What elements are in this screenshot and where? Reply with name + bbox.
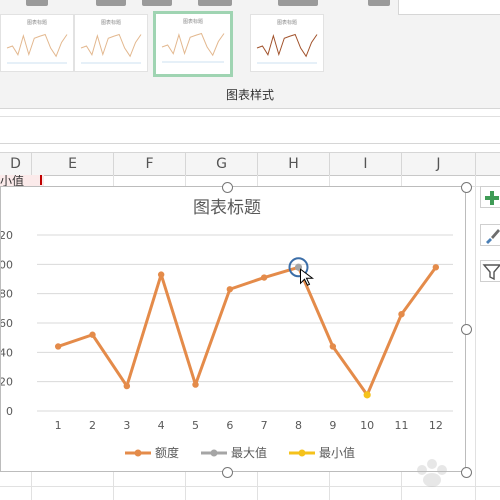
thumb-series-line	[256, 33, 318, 58]
ribbon-tab-fragment[interactable]	[26, 0, 48, 6]
chart-style-thumb[interactable]: 图表标题	[0, 14, 74, 72]
chart-style-preview: 图表标题	[256, 19, 318, 64]
y-tick-label: 20	[1, 376, 13, 389]
line-chart[interactable]: 图表标题020406080100120123456789101112额度最大值最…	[0, 186, 466, 472]
chart-styles-button[interactable]	[480, 224, 500, 246]
y-tick-label: 60	[1, 317, 13, 330]
chart-resize-handle-top[interactable]	[222, 182, 233, 193]
ribbon-tab-fragment[interactable]	[96, 0, 126, 6]
chart-elements-button[interactable]	[480, 186, 500, 208]
ribbon: 图表标题 图表标题 图表标题 图表标题 图表样式	[0, 0, 500, 109]
ribbon-tab-fragment[interactable]	[278, 0, 318, 6]
data-point[interactable]	[192, 381, 199, 388]
legend-marker	[210, 449, 218, 457]
cell-error-marker	[40, 175, 42, 185]
y-tick-label: 80	[1, 288, 13, 301]
chart-style-gallery: 图表标题 图表标题 图表标题 图表标题	[0, 11, 340, 77]
y-tick-label: 120	[1, 229, 13, 242]
chart-style-thumb-selected[interactable]: 图表标题	[153, 11, 233, 77]
ribbon-search-box[interactable]	[398, 0, 500, 15]
chart-canvas: 图表标题020406080100120123456789101112额度最大值最…	[1, 198, 453, 460]
plus-icon	[485, 191, 499, 205]
x-tick-label: 2	[89, 419, 96, 432]
x-tick-label: 5	[192, 419, 199, 432]
x-tick-label: 3	[123, 419, 130, 432]
legend-marker	[298, 449, 306, 457]
x-tick-label: 6	[226, 419, 233, 432]
chart-style-preview: 图表标题	[161, 18, 225, 63]
formula-bar[interactable]	[0, 116, 500, 144]
x-tick-label: 9	[329, 419, 336, 432]
chart-filters-button[interactable]	[480, 260, 500, 282]
column-header-d[interactable]: D	[0, 153, 32, 175]
data-point[interactable]	[157, 271, 165, 278]
ribbon-tab-fragment[interactable]	[198, 0, 232, 6]
chart-resize-handle-right[interactable]	[461, 324, 472, 335]
thumb-title: 图表标题	[27, 19, 47, 26]
data-point[interactable]	[398, 311, 405, 318]
y-tick-label: 100	[1, 258, 13, 271]
column-header-f[interactable]: F	[114, 153, 186, 175]
thumb-series-line	[6, 33, 68, 58]
legend-label[interactable]: 最大值	[231, 445, 267, 460]
legend-label[interactable]: 额度	[155, 445, 179, 460]
y-tick-label: 0	[6, 405, 13, 418]
thumb-title: 图表标题	[277, 19, 297, 26]
brush-icon	[486, 229, 500, 244]
x-tick-label: 10	[360, 419, 374, 432]
legend-label[interactable]: 最小值	[319, 445, 355, 460]
chart-style-preview: 图表标题	[6, 19, 68, 64]
data-point[interactable]	[329, 343, 337, 350]
column-header-e[interactable]: E	[32, 153, 114, 175]
thumb-series-line	[80, 33, 142, 58]
legend-marker	[134, 449, 142, 457]
column-header-j[interactable]: J	[402, 153, 476, 175]
chart-title[interactable]: 图表标题	[193, 198, 261, 218]
data-point[interactable]	[89, 331, 96, 338]
chart-resize-handle-top-right[interactable]	[461, 182, 472, 193]
data-point[interactable]	[432, 264, 440, 271]
x-tick-label: 7	[261, 419, 268, 432]
column-header-i[interactable]: I	[330, 153, 402, 175]
data-point[interactable]	[226, 286, 234, 293]
ribbon-tab-fragment[interactable]	[142, 0, 172, 6]
thumb-series-line	[161, 32, 225, 57]
chart-style-thumb[interactable]: 图表标题	[74, 14, 148, 72]
series-line-quota[interactable]	[57, 265, 438, 397]
watermark-logo	[417, 459, 447, 487]
thumb-title: 图表标题	[101, 19, 121, 26]
x-tick-label: 8	[295, 419, 302, 432]
column-header-h[interactable]: H	[258, 153, 330, 175]
chart-style-thumb[interactable]: 图表标题	[250, 14, 324, 72]
chart-resize-handle-bottom[interactable]	[222, 467, 233, 478]
column-header-g[interactable]: G	[186, 153, 258, 175]
ribbon-tab-fragment[interactable]	[368, 0, 390, 6]
data-point[interactable]	[260, 274, 268, 281]
marker-min[interactable]	[363, 391, 371, 399]
data-point[interactable]	[54, 343, 62, 350]
y-tick-label: 40	[1, 346, 13, 359]
chart-styles-group-label: 图表样式	[225, 88, 274, 102]
x-tick-label: 1	[55, 419, 62, 432]
column-headers: D E F G H I J	[0, 152, 500, 176]
data-point[interactable]	[123, 382, 131, 390]
filter-icon	[482, 264, 500, 281]
x-tick-label: 12	[429, 419, 443, 432]
x-tick-label: 11	[395, 419, 409, 432]
thumb-title: 图表标题	[183, 18, 203, 25]
chart-style-preview: 图表标题	[80, 19, 142, 64]
x-tick-label: 4	[158, 419, 165, 432]
